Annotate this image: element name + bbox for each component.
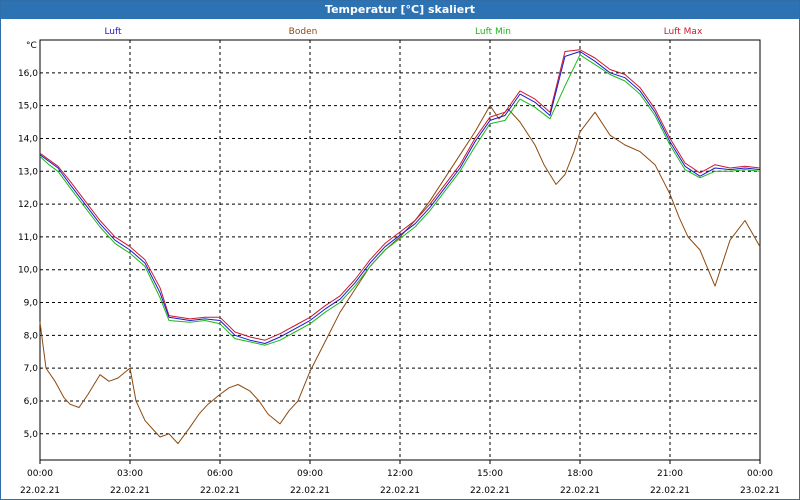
x-tick-date-label: 22.02.21	[200, 486, 240, 496]
y-tick-label: 7,0	[24, 364, 39, 374]
y-tick-label: 6,0	[24, 397, 39, 407]
y-tick-label: 11,0	[18, 233, 38, 243]
y-tick-label: 5,0	[24, 430, 39, 440]
legend-label-luft-min: Luft Min	[475, 27, 511, 37]
legend-label-boden: Boden	[289, 27, 318, 37]
y-tick-label: 8,0	[24, 331, 39, 341]
legend-label-luft-max: Luft Max	[664, 27, 703, 37]
x-tick-date-label: 22.02.21	[110, 486, 150, 496]
x-tick-date-label: 23.02.21	[740, 486, 780, 496]
y-tick-label: 15,0	[18, 102, 38, 112]
x-tick-time-label: 15:00	[477, 469, 503, 479]
series-line-luft-max	[39, 49, 761, 341]
y-tick-label: 12,0	[18, 200, 38, 210]
series-line-luft-min	[39, 54, 761, 346]
y-tick-label: 13,0	[18, 167, 38, 177]
y-tick-label: 10,0	[18, 266, 38, 276]
x-tick-date-label: 22.02.21	[20, 486, 60, 496]
x-tick-time-label: 03:00	[117, 469, 143, 479]
x-tick-date-label: 22.02.21	[650, 486, 690, 496]
x-tick-date-label: 22.02.21	[290, 486, 330, 496]
x-tick-time-label: 00:00	[747, 469, 773, 479]
y-tick-label: 9,0	[24, 299, 39, 309]
x-tick-time-label: 21:00	[657, 469, 683, 479]
temperature-chart: 5,0 6,0 7,0 8,0 9,0 10,0 11,0 12,0 13,0 14,0 15,0 1…	[18, 27, 780, 496]
y-axis-unit-label: °C	[26, 41, 37, 51]
x-tick-time-label: 06:00	[207, 469, 233, 479]
x-tick-time-label: 12:00	[387, 469, 413, 479]
x-tick-time-label: 00:00	[27, 469, 53, 479]
x-tick-date-label: 22.02.21	[470, 486, 510, 496]
x-tick-date-label: 22.02.21	[560, 486, 600, 496]
x-tick-time-label: 09:00	[297, 469, 323, 479]
legend-label-luft: Luft	[104, 27, 122, 37]
y-tick-label: 16,0	[18, 69, 38, 79]
x-tick-date-label: 22.02.21	[380, 486, 420, 496]
y-tick-label: 14,0	[18, 134, 38, 144]
x-tick-time-label: 18:00	[567, 469, 593, 479]
